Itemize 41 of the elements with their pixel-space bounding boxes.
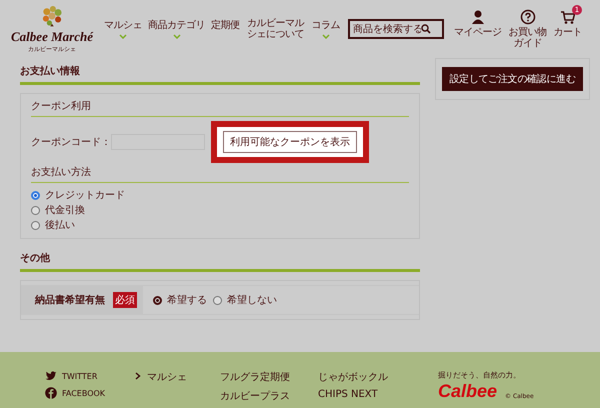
nav-link[interactable]: マルシェ <box>104 18 142 39</box>
footer-link[interactable]: フルグラ定期便 <box>220 370 318 384</box>
radio-button[interactable] <box>31 206 40 214</box>
help-icon <box>520 9 536 25</box>
subsection-heading: クーポン利用 <box>31 99 409 117</box>
chevron-right-icon <box>135 372 141 380</box>
nav-link[interactable]: カルビーマルシェについて <box>246 18 306 40</box>
footer-menu-link[interactable]: マルシェ <box>147 370 187 384</box>
header-link[interactable]: マイページ <box>454 9 502 38</box>
social-link[interactable]: FACEBOOK <box>62 388 106 398</box>
radio-button[interactable] <box>31 190 40 200</box>
field-label: 納品書希望有無 <box>35 294 105 307</box>
nav-link[interactable]: 商品カテゴリ <box>148 18 205 39</box>
section-heading: お支払い情報 <box>20 58 420 85</box>
show-coupons-button[interactable]: 利用可能なクーポンを表示 <box>223 131 357 153</box>
facebook-icon[interactable] <box>45 387 57 399</box>
nav-link[interactable]: コラム <box>312 18 340 39</box>
radio-button[interactable] <box>153 296 162 304</box>
radio-button[interactable] <box>31 220 40 230</box>
section-heading: その他 <box>20 245 420 272</box>
search-icon[interactable] <box>421 24 431 34</box>
radio-label: 代金引換 <box>45 204 85 217</box>
user-icon <box>470 9 486 25</box>
radio-label: 希望しない <box>227 294 277 307</box>
radio-label: クレジットカード <box>45 189 125 202</box>
footer-link[interactable]: カルビープラス <box>220 389 318 403</box>
radio-label: 希望する <box>167 294 207 307</box>
cart-icon <box>560 9 576 25</box>
radio-button[interactable] <box>213 296 222 304</box>
required-badge: 必須 <box>113 292 137 308</box>
field-label: クーポンコード： <box>31 136 111 149</box>
social-link[interactable]: TWITTER <box>62 372 98 380</box>
header-link[interactable]: お買い物ガイド <box>508 9 548 49</box>
footer-link[interactable]: CHIPS NEXT <box>318 389 438 400</box>
bird-icon[interactable] <box>45 370 57 382</box>
footer-link[interactable]: じゃがボックル <box>318 370 438 384</box>
radio-label: 後払い <box>45 218 75 232</box>
logo-title[interactable]: Calbee Marché <box>11 28 93 44</box>
subsection-heading: お支払い方法 <box>31 165 409 183</box>
proceed-button[interactable]: 設定してご注文の確認に進む <box>442 67 583 91</box>
nav-link[interactable]: 定期便 <box>211 18 240 32</box>
